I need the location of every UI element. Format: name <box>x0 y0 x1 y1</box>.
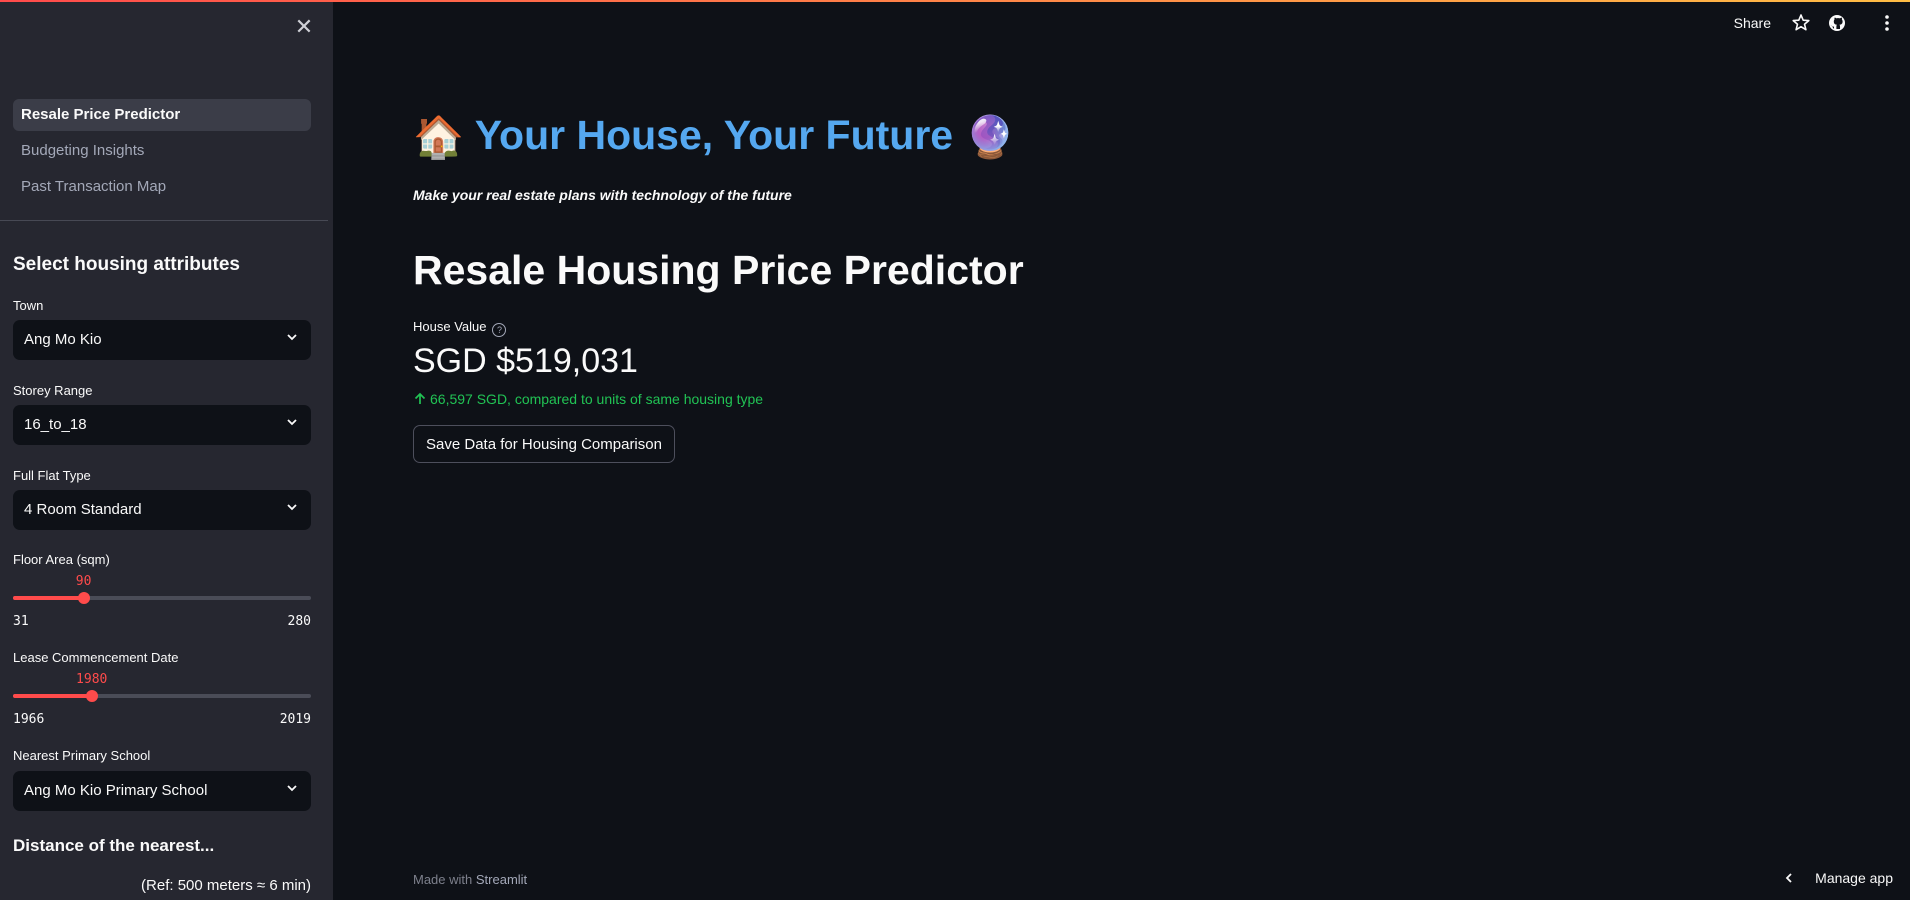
slider-min: 31 <box>13 614 29 629</box>
slider-thumb[interactable] <box>77 592 90 604</box>
arrow-up-icon <box>414 392 426 404</box>
metric-delta: 66,597 SGD, compared to units of same ho… <box>413 391 763 407</box>
house-icon: 🏠 <box>413 114 465 161</box>
flat-type-select[interactable]: 4 Room Standard <box>13 490 311 530</box>
floor-area-slider[interactable]: 90 31 280 <box>13 574 311 632</box>
lease-slider[interactable]: 1980 1966 2019 <box>13 672 311 730</box>
floor-area-label: Floor Area (sqm) <box>13 552 110 567</box>
flat-type-value: 4 Room Standard <box>24 501 142 518</box>
sidebar: ✕ Resale Price Predictor Budgeting Insig… <box>0 2 333 900</box>
github-icon[interactable] <box>1826 12 1848 34</box>
hero-heading: 🏠 Your House, Your Future 🔮 <box>413 112 1016 162</box>
sidebar-divider <box>0 220 328 221</box>
town-value: Ang Mo Kio <box>24 331 102 348</box>
chevron-down-icon <box>285 490 299 530</box>
slider-fill <box>13 596 84 600</box>
tagline: Make your real estate plans with technol… <box>413 187 792 203</box>
metric-label-text: House Value <box>413 319 487 334</box>
save-comparison-button[interactable]: Save Data for Housing Comparison <box>413 425 675 463</box>
share-button[interactable]: Share <box>1734 15 1771 31</box>
footer-streamlit-link[interactable]: Streamlit <box>476 872 527 887</box>
sidebar-item-resale-price-predictor[interactable]: Resale Price Predictor <box>13 99 311 131</box>
more-vertical-icon[interactable] <box>1876 12 1898 34</box>
school-select[interactable]: Ang Mo Kio Primary School <box>13 771 311 811</box>
footer-made-with: Made with <box>413 872 473 887</box>
sidebar-nav: Resale Price Predictor Budgeting Insight… <box>13 99 311 207</box>
distance-title: Distance of the nearest... <box>13 836 215 855</box>
lease-label: Lease Commencement Date <box>13 650 179 665</box>
page-title: Resale Housing Price Predictor <box>413 247 1024 293</box>
star-icon[interactable] <box>1790 12 1812 34</box>
storey-label: Storey Range <box>13 383 93 398</box>
school-value: Ang Mo Kio Primary School <box>24 782 208 799</box>
metric-value: SGD $519,031 <box>413 342 638 380</box>
help-icon[interactable]: ? <box>492 323 507 337</box>
manage-app-label: Manage app <box>1815 870 1893 886</box>
sidebar-item-past-transaction-map[interactable]: Past Transaction Map <box>13 171 311 203</box>
chevron-down-icon <box>285 320 299 360</box>
town-select[interactable]: Ang Mo Kio <box>13 320 311 360</box>
chevron-left-icon <box>1783 870 1799 886</box>
slider-current-value: 1980 <box>76 672 108 687</box>
slider-max: 280 <box>287 614 311 629</box>
crystal-ball-icon: 🔮 <box>964 114 1016 161</box>
slider-fill <box>13 694 92 698</box>
metric-delta-text: 66,597 SGD, compared to units of same ho… <box>430 391 764 407</box>
metric-label: House Value? <box>413 319 507 337</box>
slider-min: 1966 <box>13 712 45 727</box>
slider-thumb[interactable] <box>85 690 98 702</box>
storey-value: 16_to_18 <box>24 416 87 433</box>
slider-current-value: 90 <box>75 574 92 589</box>
reference-note: (Ref: 500 meters ≈ 6 min) <box>141 877 311 894</box>
section-title: Select housing attributes <box>13 254 240 275</box>
hero-text: Your House, Your Future <box>474 112 954 158</box>
school-label: Nearest Primary School <box>13 748 151 763</box>
town-label: Town <box>13 298 44 313</box>
sidebar-item-budgeting-insights[interactable]: Budgeting Insights <box>13 135 311 167</box>
main-content: 🏠 Your House, Your Future 🔮 Make your re… <box>413 2 1513 882</box>
close-icon[interactable]: ✕ <box>293 16 315 38</box>
manage-app-button[interactable]: Manage app <box>1783 870 1893 886</box>
header-actions: Share <box>1698 12 1898 34</box>
chevron-down-icon <box>285 771 299 811</box>
footer: Made with Streamlit <box>413 872 527 887</box>
storey-select[interactable]: 16_to_18 <box>13 405 311 445</box>
chevron-down-icon <box>285 405 299 445</box>
slider-max: 2019 <box>279 712 311 727</box>
flat-type-label: Full Flat Type <box>13 468 91 483</box>
